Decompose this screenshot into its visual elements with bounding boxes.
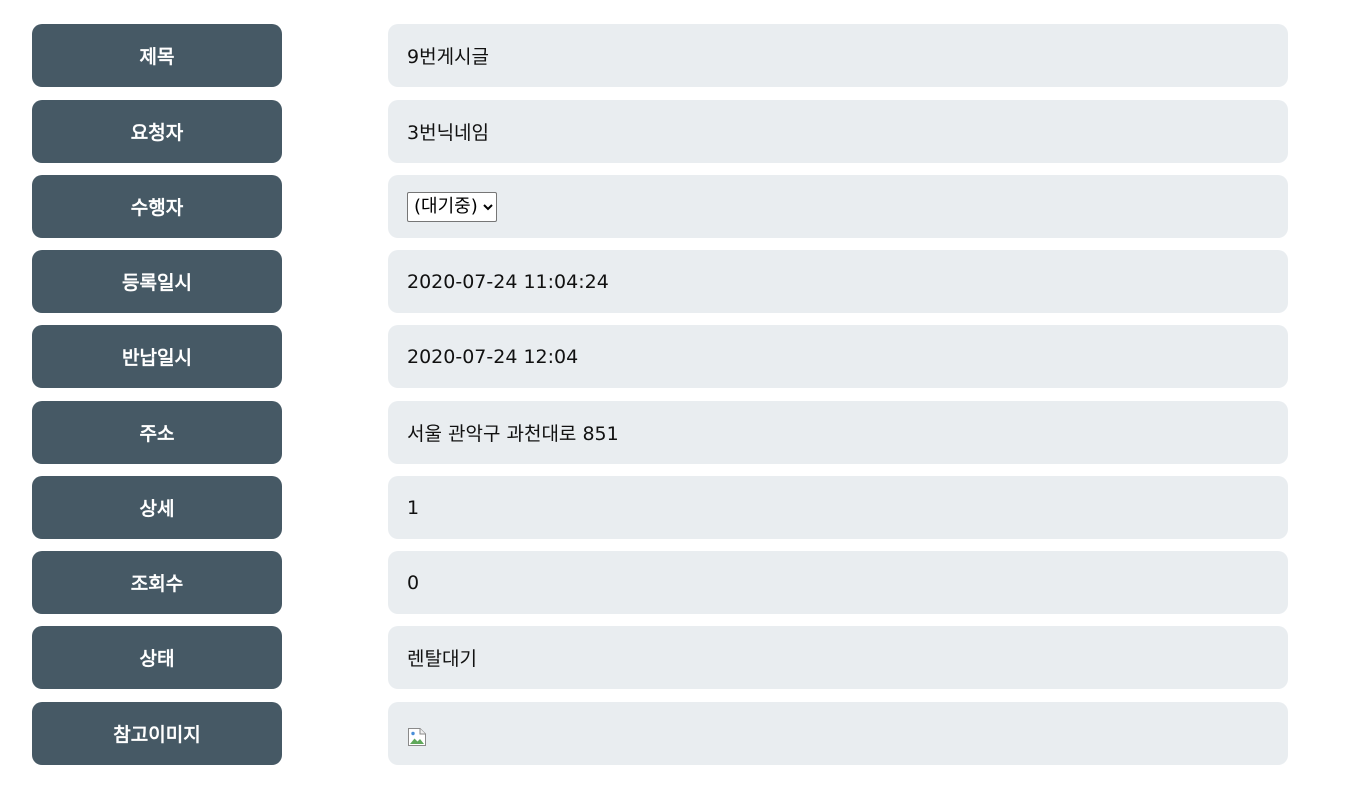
- value-return-at: 2020-07-24 12:04: [388, 325, 1288, 388]
- label-title: 제목: [32, 24, 282, 87]
- row-view-count: 조회수 0: [0, 551, 1349, 614]
- label-assignee: 수행자: [32, 175, 282, 238]
- row-return-at: 반납일시 2020-07-24 12:04: [0, 325, 1349, 388]
- row-reference-image: 참고이미지: [0, 702, 1349, 765]
- value-detail: 1: [388, 476, 1288, 539]
- label-registered-at: 등록일시: [32, 250, 282, 313]
- row-registered-at: 등록일시 2020-07-24 11:04:24: [0, 250, 1349, 313]
- value-view-count: 0: [388, 551, 1288, 614]
- label-status: 상태: [32, 626, 282, 689]
- broken-image-icon: [407, 727, 427, 747]
- value-status: 렌탈대기: [388, 626, 1288, 689]
- row-detail: 상세 1: [0, 476, 1349, 539]
- value-requester: 3번닉네임: [388, 100, 1288, 163]
- label-address: 주소: [32, 401, 282, 464]
- label-detail: 상세: [32, 476, 282, 539]
- post-detail-table: 제목 9번게시글 요청자 3번닉네임 수행자 (대기중) 등록일시 2020-0…: [0, 0, 1349, 786]
- row-status: 상태 렌탈대기: [0, 626, 1349, 689]
- value-reference-image: [388, 702, 1288, 765]
- row-title: 제목 9번게시글: [0, 24, 1349, 87]
- assignee-select[interactable]: (대기중): [407, 191, 497, 222]
- label-view-count: 조회수: [32, 551, 282, 614]
- value-registered-at: 2020-07-24 11:04:24: [388, 250, 1288, 313]
- value-title: 9번게시글: [388, 24, 1288, 87]
- value-assignee: (대기중): [388, 175, 1288, 238]
- row-assignee: 수행자 (대기중): [0, 175, 1349, 238]
- label-reference-image: 참고이미지: [32, 702, 282, 765]
- label-return-at: 반납일시: [32, 325, 282, 388]
- label-requester: 요청자: [32, 100, 282, 163]
- row-requester: 요청자 3번닉네임: [0, 100, 1349, 163]
- value-address: 서울 관악구 과천대로 851: [388, 401, 1288, 464]
- row-address: 주소 서울 관악구 과천대로 851: [0, 401, 1349, 464]
